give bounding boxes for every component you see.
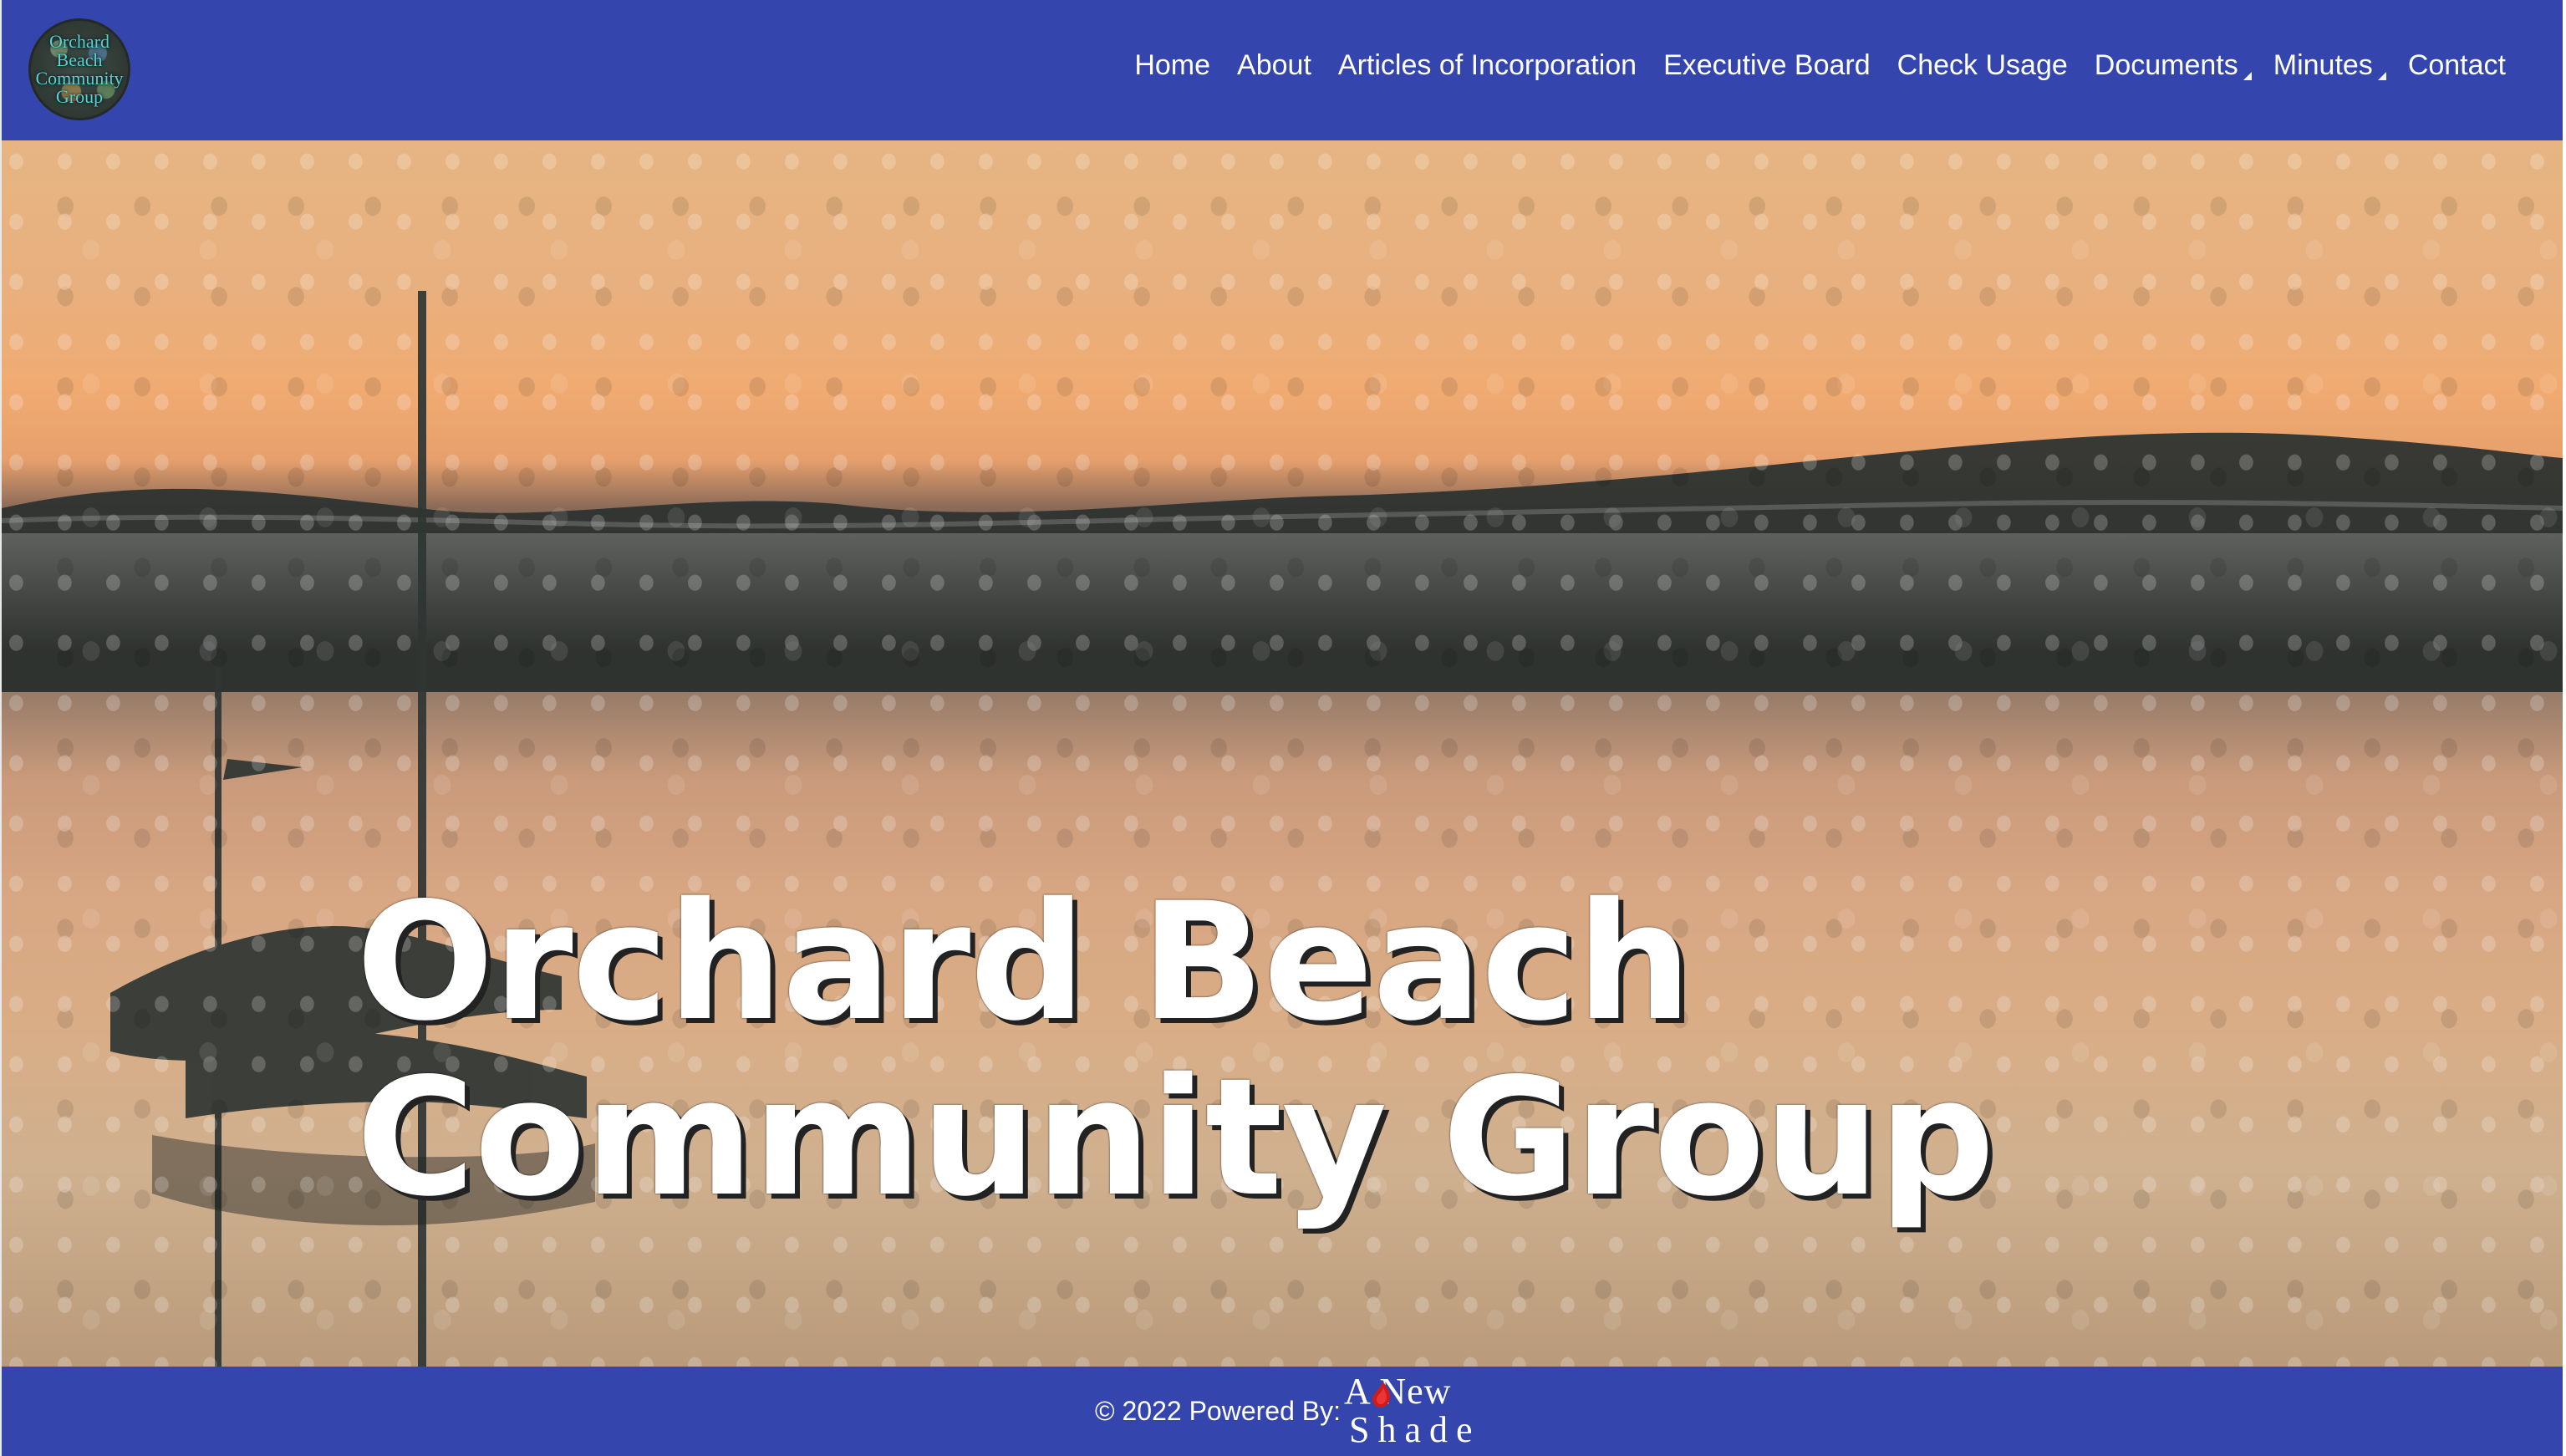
footer-brand-bottom: Shade (1348, 1408, 1481, 1450)
nav-item-check-usage[interactable]: Check Usage (1884, 47, 2081, 84)
nav-item-minutes-label: Minutes (2273, 49, 2373, 81)
hero-title: Orchard Beach Community Group (356, 868, 1995, 1232)
nav-item-executive-board-label: Executive Board (1663, 49, 1871, 81)
nav-item-home-label: Home (1134, 49, 1211, 81)
hero-banner: Orchard Beach Community Group (2, 140, 2563, 1367)
caret-icon (2377, 72, 2386, 80)
nav-item-home[interactable]: Home (1121, 47, 1224, 84)
paint-drop-icon (1372, 1381, 1390, 1408)
nav-item-about-label: About (1237, 49, 1311, 81)
site-logo-text: Orchard Beach Community Group (35, 31, 124, 107)
site-footer: © 2022 Powered By: A New Shade (2, 1367, 2563, 1456)
nav-item-documents-label: Documents (2094, 49, 2238, 81)
main-nav: Home About Articles of Incorporation Exe… (1121, 47, 2519, 84)
nav-item-contact[interactable]: Contact (2395, 47, 2519, 84)
nav-item-articles-of-incorporation-label: Articles of Incorporation (1337, 49, 1637, 81)
footer-inner: © 2022 Powered By: A New Shade (1095, 1370, 1473, 1452)
top-navigation-bar: Orchard Beach Community Group Home About… (2, 0, 2563, 140)
footer-brand-link[interactable]: A New Shade (1343, 1370, 1473, 1452)
footer-powered-text: © 2022 Powered By: (1095, 1396, 1341, 1426)
nav-item-documents[interactable]: Documents (2081, 47, 2260, 84)
footer-brand-top: A New (1343, 1370, 1452, 1412)
nav-item-executive-board[interactable]: Executive Board (1650, 47, 1884, 84)
nav-item-check-usage-label: Check Usage (1896, 49, 2068, 81)
caret-icon (2243, 72, 2252, 80)
nav-item-contact-label: Contact (2407, 49, 2506, 81)
nav-item-about[interactable]: About (1224, 47, 1325, 84)
site-logo[interactable]: Orchard Beach Community Group (28, 18, 130, 120)
nav-item-articles-of-incorporation[interactable]: Articles of Incorporation (1325, 47, 1650, 84)
nav-item-minutes[interactable]: Minutes (2260, 47, 2395, 84)
